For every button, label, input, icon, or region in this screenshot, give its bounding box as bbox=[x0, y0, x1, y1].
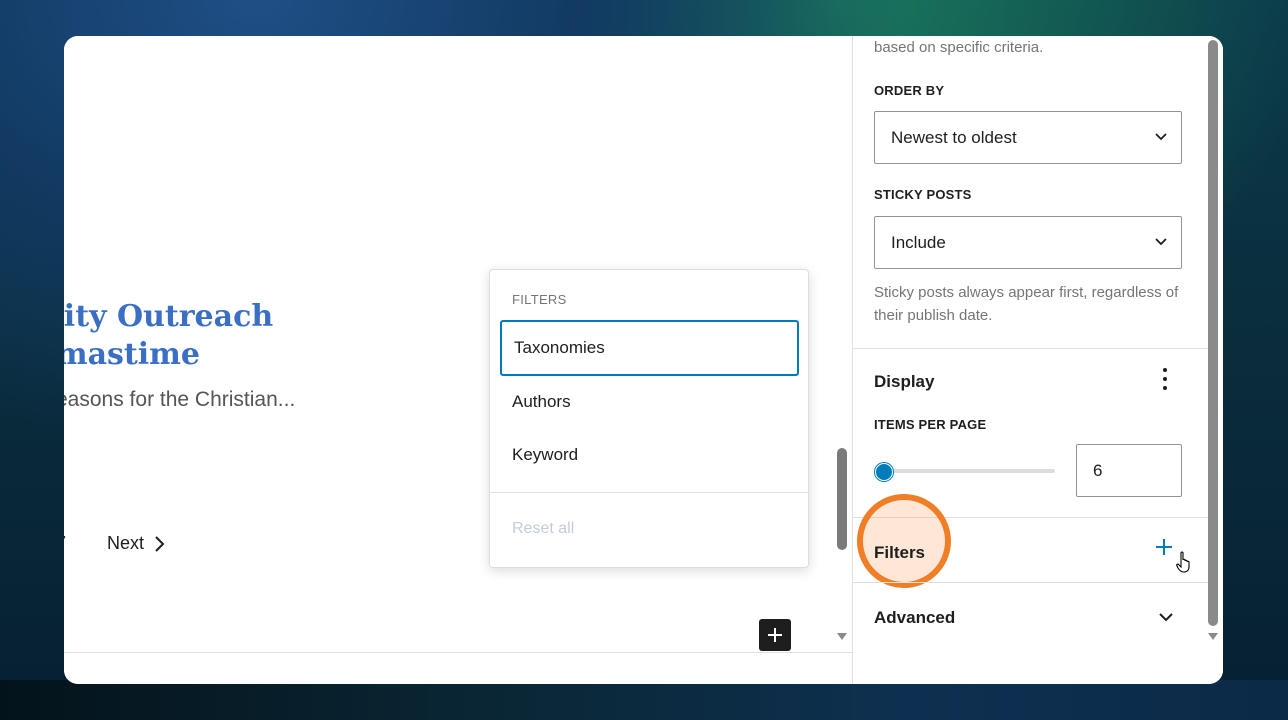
sidebar-scrollbar-thumb[interactable] bbox=[1208, 40, 1218, 626]
chevron-down-icon bbox=[1155, 237, 1167, 245]
filters-panel-title: Filters bbox=[874, 543, 926, 562]
items-per-page-slider-thumb[interactable] bbox=[875, 463, 893, 481]
order-by-value: Newest to oldest bbox=[891, 127, 1017, 147]
post-excerpt: easons for the Christian... bbox=[64, 388, 296, 411]
filter-option-authors[interactable]: Authors bbox=[500, 374, 799, 430]
editor-footer bbox=[64, 652, 852, 684]
filters-menu-heading: FILTERS bbox=[512, 292, 567, 307]
panel-divider bbox=[853, 582, 1208, 583]
highlight-circle-annotation bbox=[857, 494, 951, 588]
sticky-posts-help: Sticky posts always appear first, regard… bbox=[874, 284, 1179, 324]
items-per-page-value: 6 bbox=[1093, 460, 1103, 480]
sticky-posts-value: Include bbox=[891, 232, 946, 252]
advanced-panel-title[interactable]: Advanced bbox=[874, 608, 955, 628]
items-per-page-label: ITEMS PER PAGE bbox=[874, 417, 987, 432]
menu-divider bbox=[490, 492, 808, 493]
post-title-line-1: nity Outreach bbox=[64, 299, 274, 334]
sticky-posts-label: STICKY POSTS bbox=[874, 187, 972, 202]
display-panel-title[interactable]: Display bbox=[874, 372, 934, 392]
editor-window: nity Outreach tmastime easons for the Ch… bbox=[64, 36, 1223, 684]
settings-sidebar: based on specific criteria. ORDER BY New… bbox=[852, 36, 1223, 684]
filters-dropdown-menu: FILTERS Taxonomies Authors Keyword Reset… bbox=[489, 269, 809, 568]
desktop-background bbox=[0, 680, 1288, 720]
order-by-select[interactable]: Newest to oldest bbox=[874, 111, 1182, 164]
chevron-right-icon bbox=[155, 535, 165, 552]
plus-icon bbox=[768, 628, 782, 642]
items-per-page-input[interactable]: 6 bbox=[1076, 444, 1182, 497]
hand-cursor-icon bbox=[1176, 551, 1190, 573]
reset-all-button[interactable]: Reset all bbox=[512, 520, 574, 538]
filter-option-label: Taxonomies bbox=[514, 338, 605, 357]
sticky-posts-select[interactable]: Include bbox=[874, 216, 1182, 269]
add-block-button[interactable] bbox=[759, 619, 791, 651]
filter-option-label: Keyword bbox=[512, 445, 579, 464]
order-by-label: ORDER BY bbox=[874, 83, 945, 98]
filter-option-taxonomies[interactable]: Taxonomies bbox=[500, 320, 799, 376]
chevron-down-icon bbox=[1155, 132, 1167, 140]
canvas-scrollbar-thumb[interactable] bbox=[837, 448, 847, 550]
more-vertical-icon[interactable] bbox=[1161, 366, 1169, 392]
pagination-number[interactable]: 7 bbox=[64, 533, 66, 554]
next-label: Next bbox=[107, 533, 145, 553]
scroll-down-arrow-icon[interactable] bbox=[837, 633, 847, 640]
chevron-down-icon[interactable] bbox=[1159, 613, 1173, 622]
post-title-line-2: tmastime bbox=[64, 337, 201, 372]
filter-option-label: Authors bbox=[512, 392, 571, 411]
editor-canvas: nity Outreach tmastime easons for the Ch… bbox=[64, 36, 852, 652]
pagination-next-link[interactable]: Next bbox=[107, 533, 166, 554]
scroll-down-arrow-icon[interactable] bbox=[1208, 633, 1218, 640]
panel-divider bbox=[853, 348, 1208, 349]
plus-icon[interactable] bbox=[1155, 538, 1173, 556]
post-title[interactable]: nity Outreach tmastime bbox=[64, 298, 273, 374]
filter-option-keyword[interactable]: Keyword bbox=[500, 427, 799, 483]
query-description: based on specific criteria. bbox=[874, 39, 1044, 56]
items-per-page-slider-track[interactable] bbox=[874, 469, 1055, 473]
